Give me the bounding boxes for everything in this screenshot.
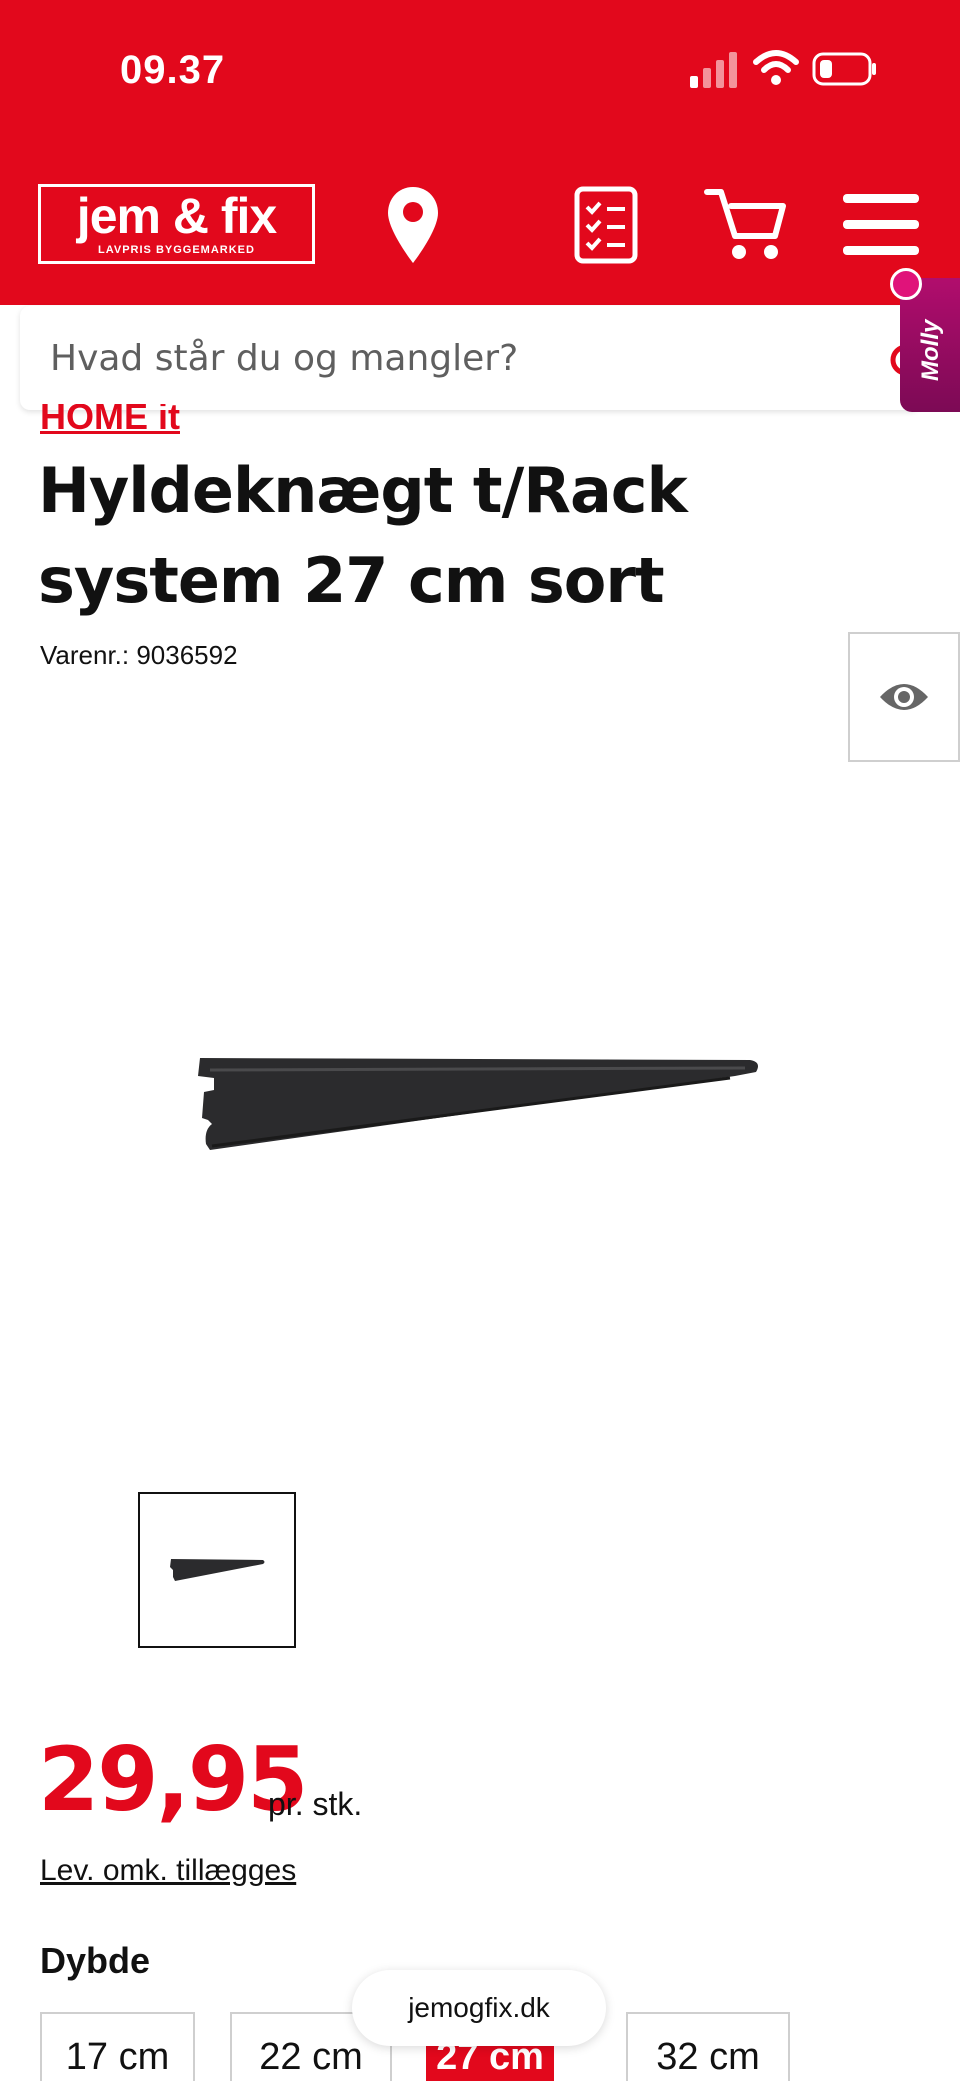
molly-label[interactable]: Molly (916, 310, 946, 390)
location-pin-icon (388, 187, 438, 263)
depth-option-17[interactable]: 17 cm (40, 2012, 195, 2081)
delivery-cost-link[interactable]: Lev. omk. tillægges (40, 1854, 296, 1888)
thumbnail-image (170, 1559, 265, 1581)
search-input[interactable] (50, 337, 850, 379)
price-unit: pr. stk. (268, 1786, 363, 1822)
cart-button[interactable] (700, 180, 790, 270)
notification-dot (890, 268, 922, 300)
depth-heading: Dybde (40, 1940, 151, 1981)
search-bar[interactable] (20, 306, 920, 410)
logo-text: jem & fix (76, 188, 277, 244)
browser-url-pill[interactable]: jemogfix.dk (352, 1970, 606, 2046)
cart-icon (704, 189, 786, 259)
brand-link[interactable]: HOME it (40, 404, 180, 438)
view-button[interactable] (848, 632, 960, 762)
menu-icon (843, 194, 919, 255)
status-time: 09.37 (120, 48, 226, 92)
product-thumbnail[interactable] (138, 1492, 296, 1648)
product-image (198, 1058, 758, 1150)
store-locator-button[interactable] (380, 180, 446, 270)
shopping-list-button[interactable] (570, 180, 642, 270)
depth-option-32[interactable]: 32 cm (626, 2012, 790, 2081)
jem-og-fix-logo[interactable]: jem & fix LAVPRIS BYGGEMARKED (38, 184, 315, 264)
eye-icon (880, 684, 928, 710)
shopping-list-icon (574, 186, 638, 264)
product-price: 29,95 (38, 1728, 308, 1831)
cellular-signal-icon (690, 52, 737, 88)
menu-button[interactable] (838, 180, 924, 270)
logo-subtitle: LAVPRIS BYGGEMARKED (98, 244, 255, 256)
wifi-icon (753, 50, 799, 85)
product-title: Hyldeknægt t/Rack system 27 cm sort (38, 454, 688, 617)
battery-icon (812, 52, 876, 86)
product-sku: Varenr.: 9036592 (40, 640, 238, 670)
